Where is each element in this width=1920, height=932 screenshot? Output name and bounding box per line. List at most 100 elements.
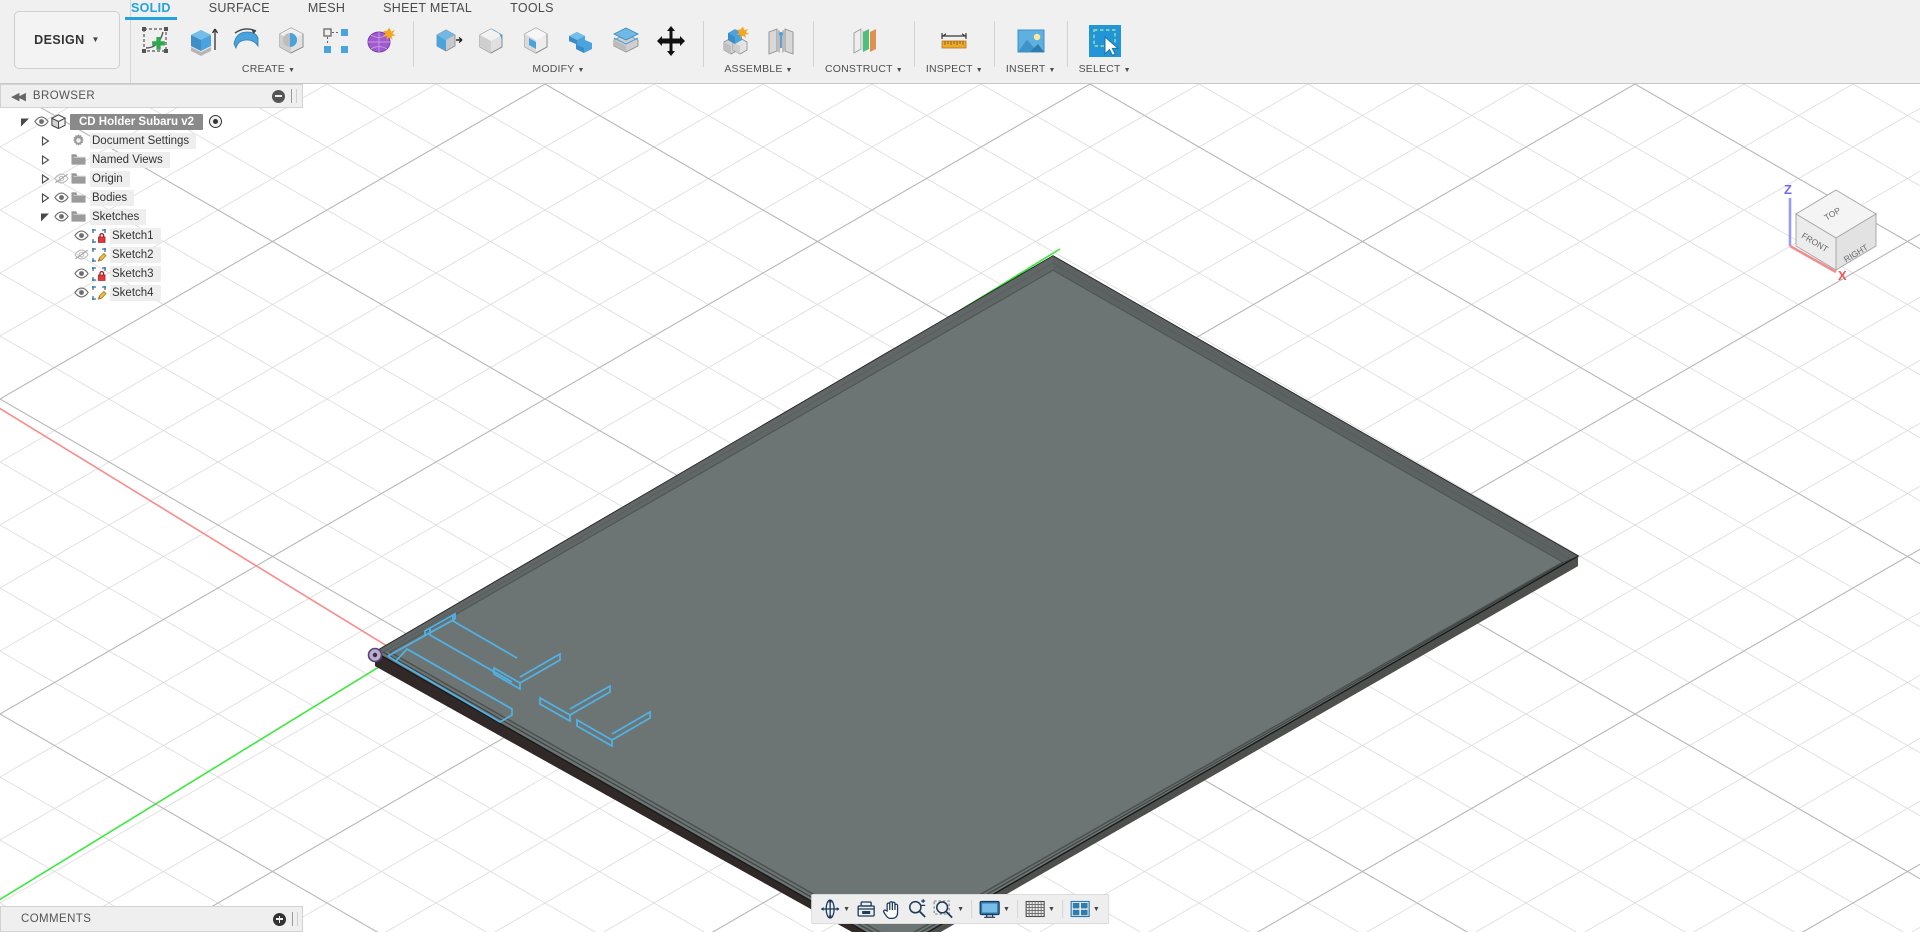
eye-visible-icon[interactable]	[73, 230, 90, 241]
move-copy-icon	[654, 24, 688, 58]
ribbon-tab-solid[interactable]: SOLID	[125, 0, 177, 20]
chevron-down-icon[interactable]: ▼	[1003, 906, 1010, 913]
view-cube[interactable]: Z X TOP FRONT RIGHT	[1772, 174, 1892, 284]
zoom-button[interactable]	[905, 896, 929, 922]
move-copy-button[interactable]	[650, 20, 692, 62]
sketch-2[interactable]: Sketch2	[0, 245, 303, 264]
shell-button[interactable]	[515, 20, 557, 62]
zoom-window-icon	[933, 899, 954, 919]
new-component-button[interactable]	[715, 20, 757, 62]
sketch-edit-icon	[90, 247, 107, 263]
panel-button-row	[425, 19, 692, 65]
sketch-1[interactable]: Sketch1	[0, 226, 303, 245]
sketch-3[interactable]: Sketch3	[0, 264, 303, 283]
extrude-button[interactable]	[180, 20, 222, 62]
extrude-icon	[184, 24, 218, 58]
tree-item-label: Origin	[90, 170, 130, 187]
comments-resize-grip[interactable]	[292, 912, 298, 926]
tree-item-label: Document Settings	[90, 132, 197, 149]
zoom-window-button[interactable]: ▼	[931, 896, 966, 922]
eye-visible-icon[interactable]	[73, 287, 90, 298]
ribbon-panel-insert: INSERT ▼	[1002, 19, 1060, 75]
chevron-down-icon[interactable]: ▼	[957, 906, 964, 913]
arrow-expanded-icon[interactable]	[20, 116, 31, 127]
collapse-left-icon[interactable]: ◀◀	[11, 90, 26, 103]
browser-resize-grip[interactable]	[291, 89, 297, 103]
orbit-button[interactable]: ▼	[818, 896, 852, 922]
combine-button[interactable]	[560, 20, 602, 62]
arrow-collapsed-icon[interactable]	[40, 192, 51, 203]
ribbon-area: SOLID SURFACE MESH SHEET METAL TOOLS CREATE ▼	[125, 0, 1920, 83]
ribbon-tabs: SOLID SURFACE MESH SHEET METAL TOOLS	[125, 0, 592, 20]
panel-label-construct[interactable]: CONSTRUCT ▼	[825, 63, 903, 75]
joint-button[interactable]	[760, 20, 802, 62]
folder-icon	[70, 172, 87, 185]
ribbon-panels: CREATE ▼ MODIFY ▼ ASSEMBLE ▼ CONSTRUCT ▼…	[131, 19, 1135, 83]
panel-label-insert[interactable]: INSERT ▼	[1006, 63, 1056, 75]
panel-label-text: CREATE	[241, 63, 285, 75]
origin-folder[interactable]: Origin	[0, 169, 303, 188]
sketches-folder[interactable]: Sketches	[0, 207, 303, 226]
fillet-button[interactable]	[470, 20, 512, 62]
eye-visible-icon[interactable]	[53, 192, 70, 203]
named-views[interactable]: Named Views	[0, 150, 303, 169]
comments-panel[interactable]: COMMENTS	[0, 906, 303, 932]
document-settings[interactable]: Document Settings	[0, 131, 303, 150]
top-toolbar: DESIGN ▼ SOLID SURFACE MESH SHEET METAL TOOL…	[0, 0, 1920, 84]
pattern-button[interactable]	[315, 20, 357, 62]
create-sketch-button[interactable]	[135, 20, 177, 62]
measure-button[interactable]	[933, 20, 975, 62]
eye-hidden-icon[interactable]	[53, 173, 70, 184]
insert-mcmaster-button[interactable]	[1010, 20, 1052, 62]
eye-visible-icon[interactable]	[33, 116, 50, 127]
rectangular-pattern-icon	[319, 24, 353, 58]
panel-label-assemble[interactable]: ASSEMBLE ▼	[724, 63, 792, 75]
chevron-down-icon[interactable]: ▼	[843, 906, 850, 913]
ribbon-tab-surface[interactable]: SURFACE	[209, 0, 270, 15]
revolve-button[interactable]	[225, 20, 267, 62]
panel-label-modify[interactable]: MODIFY ▼	[532, 63, 584, 75]
eye-visible-icon[interactable]	[73, 268, 90, 279]
browser-minimize-icon[interactable]	[272, 89, 285, 103]
sweep-button[interactable]	[270, 20, 312, 62]
panel-label-inspect[interactable]: INSPECT ▼	[926, 63, 983, 75]
ribbon-tab-tools[interactable]: TOOLS	[510, 0, 554, 15]
arrow-placeholder	[60, 287, 71, 298]
design-workspace-button[interactable]: DESIGN ▼	[14, 10, 120, 69]
document-root[interactable]: CD Holder Subaru v2	[0, 112, 303, 131]
panel-divider	[413, 21, 414, 67]
ribbon-tab-sheet-metal[interactable]: SHEET METAL	[383, 0, 472, 15]
ribbon-panel-inspect: INSPECT ▼	[922, 19, 987, 75]
sketch-origin-point[interactable]	[367, 647, 383, 663]
combine-icon	[564, 24, 598, 58]
select-tool-button[interactable]	[1084, 20, 1126, 62]
activate-component-radio[interactable]	[209, 115, 223, 128]
bodies-folder[interactable]: Bodies	[0, 188, 303, 207]
ribbon-tab-mesh[interactable]: MESH	[308, 0, 345, 15]
panel-label-select[interactable]: SELECT ▼	[1079, 63, 1131, 75]
look-at-button[interactable]	[854, 896, 878, 922]
arrow-collapsed-icon[interactable]	[40, 173, 51, 184]
offset-plane-button[interactable]	[843, 20, 885, 62]
gear-icon	[70, 133, 87, 148]
panel-label-create[interactable]: CREATE ▼	[242, 63, 295, 75]
eye-hidden-icon[interactable]	[73, 249, 90, 260]
display-settings-button[interactable]: ▼	[977, 896, 1012, 922]
grid-snaps-button[interactable]: ▼	[1023, 896, 1057, 922]
split-face-button[interactable]	[605, 20, 647, 62]
press-pull-button[interactable]	[425, 20, 467, 62]
add-comment-icon[interactable]	[273, 912, 286, 926]
arrow-collapsed-icon[interactable]	[40, 154, 51, 165]
eye-visible-icon[interactable]	[53, 211, 70, 222]
chevron-down-icon[interactable]: ▼	[1048, 906, 1055, 913]
browser-title: BROWSER	[32, 90, 96, 102]
sketch-4[interactable]: Sketch4	[0, 283, 303, 302]
arrow-collapsed-icon[interactable]	[40, 135, 51, 146]
viewports-button[interactable]: ▼	[1068, 896, 1102, 922]
panel-label-text: INSERT	[1005, 63, 1046, 75]
chevron-down-icon: ▼	[1048, 67, 1056, 74]
chevron-down-icon[interactable]: ▼	[1093, 906, 1100, 913]
pan-button[interactable]	[880, 896, 903, 922]
arrow-expanded-icon[interactable]	[40, 211, 51, 222]
form-button[interactable]	[360, 20, 402, 62]
